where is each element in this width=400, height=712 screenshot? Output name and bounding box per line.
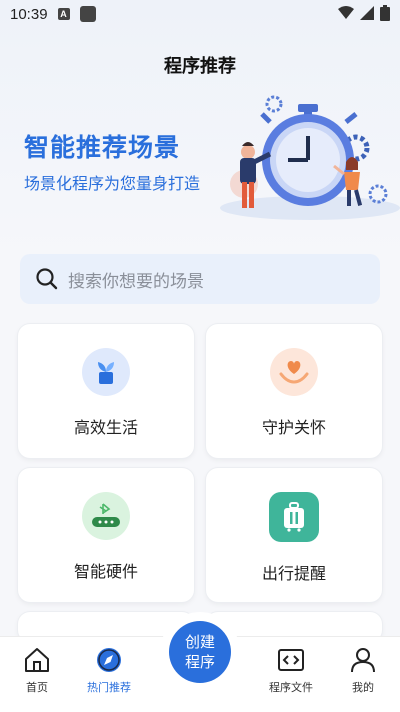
home-icon xyxy=(25,648,49,672)
card-travel-reminder[interactable]: 出行提醒 xyxy=(206,468,382,602)
create-program-fab-wrapper: 创建 程序 xyxy=(160,612,240,692)
search-bar[interactable]: 搜索你想要的场景 xyxy=(20,254,380,304)
wifi-icon xyxy=(338,6,354,19)
card-care-guard[interactable]: 守护关怀 xyxy=(206,324,382,458)
nav-label: 首页 xyxy=(26,681,48,694)
nav-mine[interactable]: 我的 xyxy=(328,647,398,695)
plant-pot-icon xyxy=(82,348,130,396)
hero-illustration xyxy=(220,95,400,220)
signal-icon xyxy=(360,6,374,20)
create-program-button[interactable]: 创建 程序 xyxy=(169,621,231,683)
page-title: 程序推荐 xyxy=(164,56,236,77)
bluetooth-device-icon xyxy=(82,492,130,540)
search-placeholder: 搜索你想要的场景 xyxy=(68,271,204,292)
profile-icon xyxy=(351,648,375,673)
search-icon xyxy=(36,268,58,290)
card-label: 高效生活 xyxy=(73,418,138,437)
hero-title: 智能推荐场景 xyxy=(24,133,181,162)
battery-icon xyxy=(380,5,390,21)
nav-label: 热门推荐 xyxy=(87,681,131,694)
heart-hands-icon xyxy=(270,348,318,396)
app-notification-icon: A xyxy=(57,8,70,20)
nav-home[interactable]: 首页 xyxy=(2,647,72,695)
card-label: 守护关怀 xyxy=(261,418,326,437)
nav-program-files[interactable]: 程序文件 xyxy=(256,647,326,695)
status-time: 10:39 xyxy=(10,5,48,23)
card-efficient-life[interactable]: 高效生活 xyxy=(18,324,194,458)
fab-label-line2: 程序 xyxy=(184,653,215,671)
nav-hot-recommend[interactable]: 热门推荐 xyxy=(74,647,144,695)
hero-subtitle: 场景化程序为您量身打造 xyxy=(24,174,201,193)
card-label: 智能硬件 xyxy=(73,562,138,581)
fab-label-line1: 创建 xyxy=(184,633,215,651)
status-bar: 10:39 A xyxy=(0,0,400,28)
card-label: 出行提醒 xyxy=(261,564,326,583)
notification-square-icon xyxy=(79,6,96,22)
code-file-icon xyxy=(278,649,304,671)
compass-icon xyxy=(97,648,121,672)
nav-label: 程序文件 xyxy=(269,681,313,694)
luggage-icon xyxy=(269,492,319,542)
card-smart-hardware[interactable]: 智能硬件 xyxy=(18,468,194,602)
nav-label: 我的 xyxy=(352,681,374,694)
